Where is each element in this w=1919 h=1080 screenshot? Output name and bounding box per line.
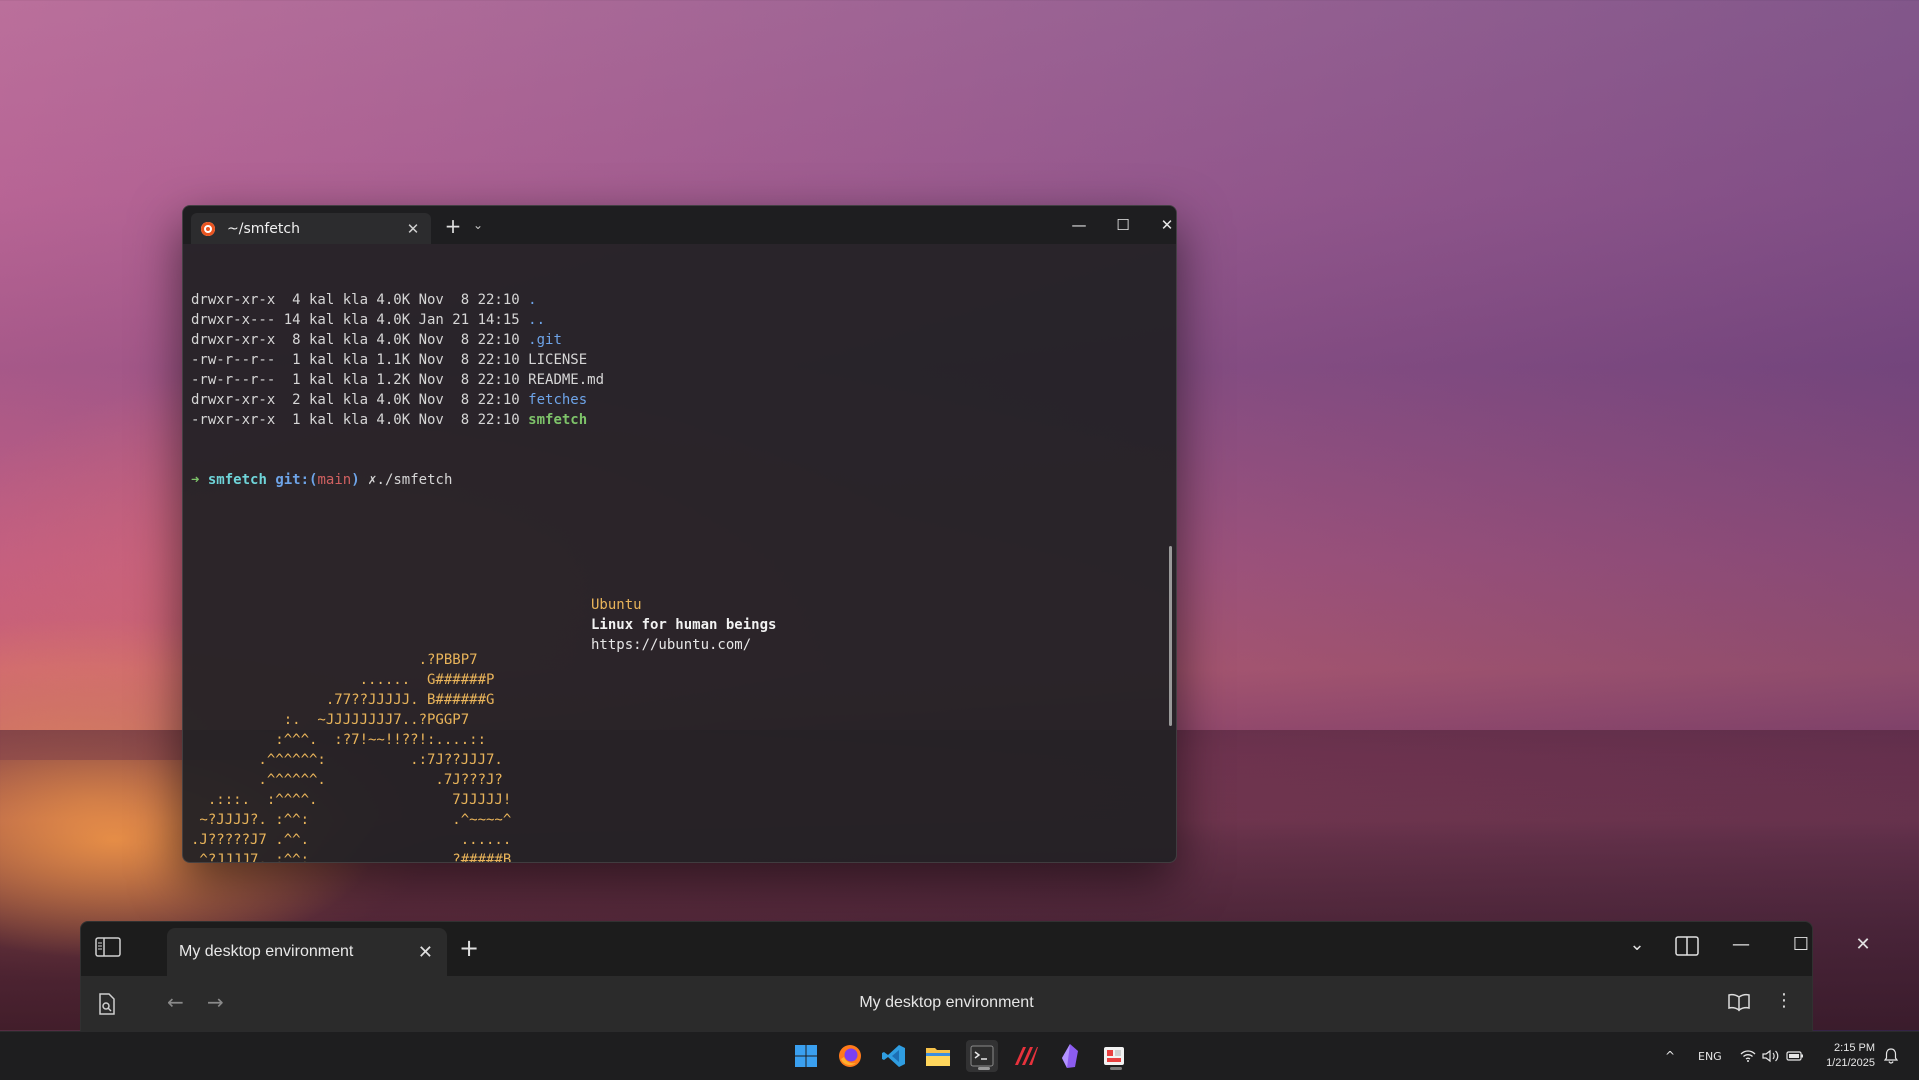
obsidian-icon[interactable] <box>1054 1040 1086 1072</box>
terminal-maximize-button[interactable]: ☐ <box>1105 212 1141 238</box>
terminal-window[interactable]: ~/smfetch ✕ + ⌄ — ☐ ✕ drwxr-xr-x 4 kal k… <box>182 205 1177 863</box>
windows-start-icon[interactable] <box>790 1040 822 1072</box>
ascii-art-line: :^^^. :?7!~~!!??!:....:: <box>191 732 487 748</box>
terminal-minimize-button[interactable]: — <box>1061 212 1097 238</box>
wifi-icon[interactable] <box>1740 1032 1756 1080</box>
listing-row: -rwxr-xr-x 1 kal kla 4.0K Nov 8 22:10 sm… <box>191 410 1156 430</box>
listing-attributes: drwxr-xr-x 4 kal kla 4.0K Nov 8 22:10 <box>191 292 529 308</box>
prompt-dirty-marker: ✗ <box>368 472 377 488</box>
prompt-dir: smfetch <box>207 472 267 488</box>
chevron-down-icon[interactable]: ⌄ <box>1617 934 1657 955</box>
address-bar-title[interactable]: My desktop environment <box>81 994 1812 1012</box>
distro-tagline: Linux for human beings <box>591 617 777 633</box>
browser-new-tab-button[interactable]: + <box>459 934 479 962</box>
browser-minimize-button[interactable]: — <box>1721 934 1761 955</box>
reading-view-icon[interactable] <box>1727 992 1751 1017</box>
volume-icon[interactable] <box>1762 1032 1780 1080</box>
ubuntu-icon <box>201 221 215 236</box>
terminal-tab-close-button[interactable]: ✕ <box>401 220 425 238</box>
terminal-app-icon[interactable] <box>966 1040 998 1072</box>
notification-bell-icon[interactable] <box>1884 1032 1898 1080</box>
listing-attributes: -rwxr-xr-x 1 kal kla 4.0K Nov 8 22:10 <box>191 412 529 428</box>
ubuntu-ascii-logo: .?PBBP7 ...... G######P .77??JJJJJ. B###… <box>191 650 1156 863</box>
listing-filename: smfetch <box>528 412 588 428</box>
language-indicator[interactable]: ENG <box>1698 1032 1722 1080</box>
clock-time: 2:15 PM <box>1834 1042 1875 1054</box>
browser-tab-title: My desktop environment <box>179 943 354 960</box>
split-view-icon[interactable] <box>1667 936 1707 961</box>
clock-date: 1/21/2025 <box>1826 1057 1875 1069</box>
sidebar-toggle-icon[interactable] <box>95 936 121 958</box>
prompt-arrow: ➜ <box>191 472 200 488</box>
terminal-tab-title: ~/smfetch <box>227 220 300 237</box>
listing-attributes: drwxr-x--- 14 kal kla 4.0K Jan 21 14:15 <box>191 312 529 328</box>
browser-maximize-button[interactable]: ☐ <box>1781 934 1821 955</box>
browser-tab[interactable]: My desktop environment ✕ <box>167 928 447 976</box>
browser-tabbar: My desktop environment ✕ + ⌄ — ☐ ✕ <box>81 922 1871 976</box>
battery-icon[interactable] <box>1786 1032 1804 1080</box>
prompt-git-prefix: git:( <box>275 472 318 488</box>
terminal-output[interactable]: drwxr-xr-x 4 kal kla 4.0K Nov 8 22:10 .d… <box>191 250 1156 862</box>
terminal-close-button[interactable]: ✕ <box>1149 212 1176 238</box>
browser-window[interactable]: My desktop environment ✕ + ⌄ — ☐ ✕ ← → M… <box>80 921 1871 1033</box>
listing-attributes: drwxr-xr-x 2 kal kla 4.0K Nov 8 22:10 <box>191 392 529 408</box>
shell-prompt: ➜ smfetch git:(main) ✗./smfetch <box>191 470 1156 490</box>
ascii-art-line: .77??JJJJJ. B######G <box>191 692 495 708</box>
ascii-art-line: .^^^^^^. .7J???J? <box>191 772 503 788</box>
firefox-icon[interactable] <box>834 1040 866 1072</box>
listing-attributes: -rw-r--r-- 1 kal kla 1.2K Nov 8 22:10 <box>191 372 529 388</box>
listing-filename: .git <box>528 332 562 348</box>
chevron-down-icon[interactable]: ⌄ <box>473 218 483 232</box>
active-app-indicator <box>978 1067 990 1070</box>
distro-url: https://ubuntu.com/ <box>591 637 752 653</box>
listing-attributes: -rw-r--r-- 1 kal kla 1.1K Nov 8 22:10 <box>191 352 529 368</box>
terminal-titlebar[interactable]: ~/smfetch ✕ + ⌄ — ☐ ✕ <box>183 206 1176 244</box>
listing-row: drwxr-xr-x 2 kal kla 4.0K Nov 8 22:10 fe… <box>191 390 1156 410</box>
tray-overflow-chevron[interactable]: ^ <box>1665 1032 1675 1080</box>
more-options-button[interactable]: ⋮ <box>1775 990 1793 1011</box>
prompt-git-suffix: ) <box>351 472 360 488</box>
browser-toolbar: ← → My desktop environment ⋮ <box>81 976 1812 1032</box>
listing-filename: fetches <box>528 392 588 408</box>
prompt-command: ./smfetch <box>376 472 453 488</box>
browser-tab-close-button[interactable]: ✕ <box>418 942 433 963</box>
listing-row: drwxr-xr-x 4 kal kla 4.0K Nov 8 22:10 . <box>191 290 1156 310</box>
listing-row: -rw-r--r-- 1 kal kla 1.1K Nov 8 22:10 LI… <box>191 350 1156 370</box>
store-app-icon[interactable] <box>1098 1040 1130 1072</box>
vscode-icon[interactable] <box>878 1040 910 1072</box>
taskbar: ^ ENG 2:15 PM 1/21/2025 <box>0 1031 1919 1080</box>
taskbar-clock[interactable]: 2:15 PM 1/21/2025 <box>1826 1041 1875 1071</box>
ascii-art-line: .:::. :^^^^. 7JJJJJ! <box>191 792 512 808</box>
running-app-indicator <box>1110 1067 1122 1070</box>
directory-listing: drwxr-xr-x 4 kal kla 4.0K Nov 8 22:10 .d… <box>191 290 1156 430</box>
ascii-art-line: ...... G######P <box>191 672 495 688</box>
file-explorer-icon[interactable] <box>922 1040 954 1072</box>
ascii-art-line: ^?JJJJ7. :^^: ?#####B <box>191 852 512 863</box>
terminal-new-tab-button[interactable]: + <box>440 214 466 238</box>
ascii-art-line: .^^^^^^: .:7J??JJJ7. <box>191 752 503 768</box>
listing-row: drwxr-xr-x 8 kal kla 4.0K Nov 8 22:10 .g… <box>191 330 1156 350</box>
ascii-art-line: ~?JJJJ?. :^^: .^~~~~^ <box>191 812 512 828</box>
listing-row: -rw-r--r-- 1 kal kla 1.2K Nov 8 22:10 RE… <box>191 370 1156 390</box>
listing-row: drwxr-x--- 14 kal kla 4.0K Jan 21 14:15 … <box>191 310 1156 330</box>
terminal-scrollbar[interactable] <box>1169 546 1172 726</box>
listing-filename: LICENSE <box>528 352 588 368</box>
listing-attributes: drwxr-xr-x 8 kal kla 4.0K Nov 8 22:10 <box>191 332 529 348</box>
listing-filename: .. <box>528 312 546 328</box>
prompt-branch: main <box>317 472 352 488</box>
red-app-icon[interactable] <box>1010 1040 1042 1072</box>
listing-filename: README.md <box>528 372 605 388</box>
ascii-art-line: :. ~JJJJJJJJ7..?PGGP7 <box>191 712 470 728</box>
browser-close-button[interactable]: ✕ <box>1843 934 1883 955</box>
listing-filename: . <box>528 292 537 308</box>
distro-name: Ubuntu <box>591 597 642 613</box>
terminal-tab[interactable]: ~/smfetch ✕ <box>191 213 431 244</box>
ascii-art-line: .J?????J7 .^^. ...... <box>191 832 512 848</box>
